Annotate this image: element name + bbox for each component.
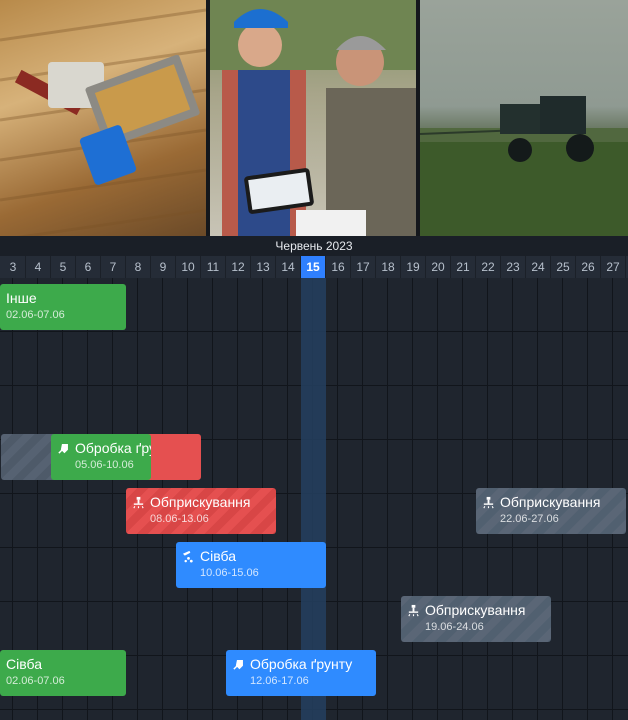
day-cell[interactable]: 10 (176, 256, 201, 278)
day-cell[interactable]: 7 (101, 256, 126, 278)
day-cell[interactable]: 13 (251, 256, 276, 278)
day-cell[interactable]: 21 (451, 256, 476, 278)
day-cell[interactable]: 24 (526, 256, 551, 278)
event-seeding[interactable]: Сівба 10.06-15.06 (176, 542, 326, 588)
event-dates: 12.06-17.06 (250, 675, 309, 687)
event-seeding[interactable]: Сівба 02.06-07.06 (0, 650, 126, 696)
event-soil-tillage[interactable]: Обробка ґрунту 12.06-17.06 (226, 650, 376, 696)
event-spraying[interactable]: Обприскування 08.06-13.06 (126, 488, 276, 534)
day-cell[interactable]: 17 (351, 256, 376, 278)
planning-calendar: Червень 2023 3 4 5 6 7 8 9 10 11 12 13 1… (0, 236, 628, 720)
day-cell[interactable]: 27 (601, 256, 626, 278)
event-title: Обприскування (425, 602, 526, 618)
photo-sprayer-tractor (420, 0, 628, 236)
day-cell[interactable]: 5 (51, 256, 76, 278)
day-header: 3 4 5 6 7 8 9 10 11 12 13 14 15 16 17 18… (0, 256, 628, 278)
day-cell[interactable]: 3 (1, 256, 26, 278)
day-cell[interactable]: 26 (576, 256, 601, 278)
day-cell[interactable]: 8 (126, 256, 151, 278)
day-cell[interactable]: 25 (551, 256, 576, 278)
event-title: Сівба (6, 656, 42, 672)
day-cell[interactable]: 11 (201, 256, 226, 278)
day-cell[interactable]: 23 (501, 256, 526, 278)
event-title: Обприскування (150, 494, 251, 510)
photo-farmers-tablet (210, 0, 416, 236)
event-dates: 10.06-15.06 (200, 567, 259, 579)
event-dates: 05.06-10.06 (75, 459, 134, 471)
day-cell[interactable]: 6 (76, 256, 101, 278)
day-cell[interactable]: 14 (276, 256, 301, 278)
sprayer-icon (408, 604, 419, 616)
event-other[interactable]: Інше 02.06-07.06 (0, 284, 126, 330)
day-cell[interactable]: 16 (326, 256, 351, 278)
day-cell[interactable]: 20 (426, 256, 451, 278)
photo-banner (0, 0, 628, 236)
soil-icon (233, 659, 243, 670)
sprayer-icon (133, 496, 144, 508)
soil-icon (58, 443, 68, 454)
event-dates: 19.06-24.06 (425, 621, 484, 633)
event-title: Обробка ґрунту (75, 440, 151, 456)
event-soil-tillage[interactable]: Обробка ґрунту 05.06-10.06 (51, 434, 151, 480)
event-dates: 08.06-13.06 (150, 513, 209, 525)
day-cell[interactable]: 9 (151, 256, 176, 278)
day-cell[interactable]: 12 (226, 256, 251, 278)
event-dates: 02.06-07.06 (6, 309, 65, 321)
day-cell-today[interactable]: 15 (301, 256, 326, 278)
seeding-icon (182, 550, 193, 563)
event-title: Обприскування (500, 494, 601, 510)
sprayer-icon (483, 496, 494, 508)
event-dates: 02.06-07.06 (6, 675, 65, 687)
day-cell[interactable]: 4 (26, 256, 51, 278)
day-cell[interactable]: 19 (401, 256, 426, 278)
month-label: Червень 2023 (0, 236, 628, 256)
event-title: Обробка ґрунту (250, 656, 353, 672)
day-cell[interactable]: 18 (376, 256, 401, 278)
event-title: Сівба (200, 548, 236, 564)
event-dates: 22.06-27.06 (500, 513, 559, 525)
photo-harvester (0, 0, 206, 236)
event-title: Інше (6, 290, 37, 306)
event-spraying[interactable]: Обприскування 19.06-24.06 (401, 596, 551, 642)
day-cell[interactable]: 22 (476, 256, 501, 278)
event-spraying[interactable]: Обприскування 22.06-27.06 (476, 488, 626, 534)
